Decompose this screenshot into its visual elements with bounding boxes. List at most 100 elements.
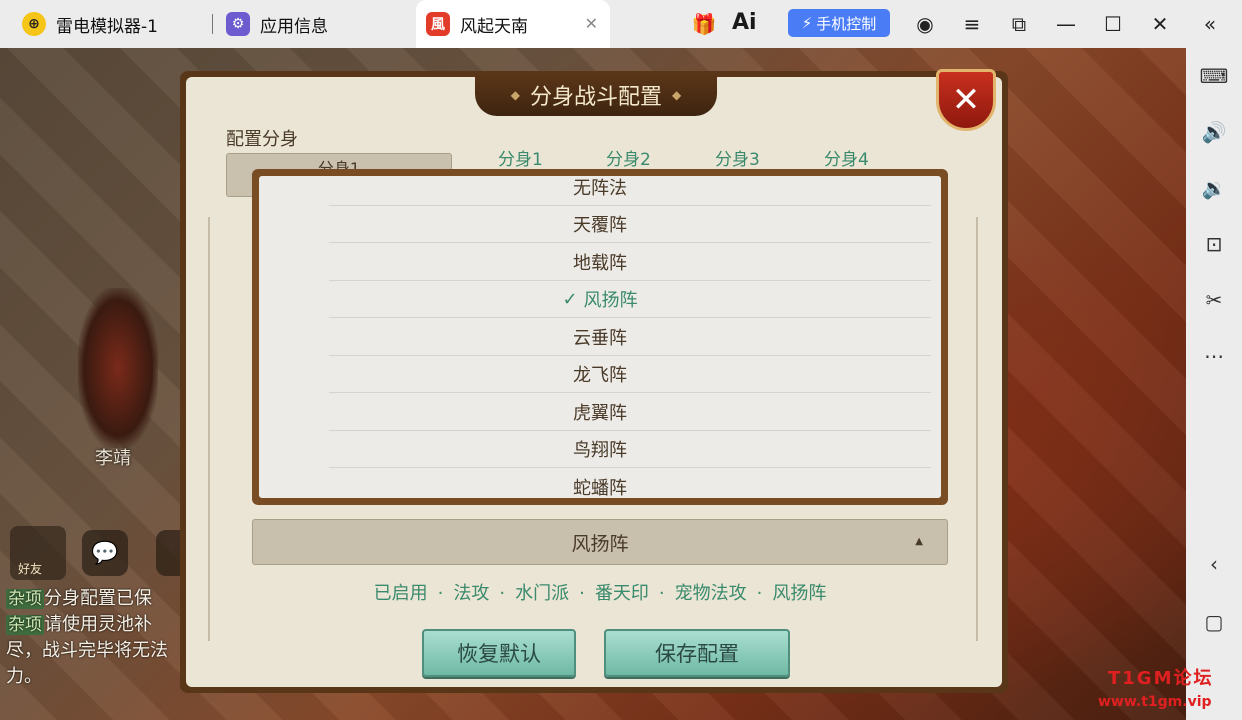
config-summary: 已启用 · 法攻 · 水门派 · 番天印 · 宠物法攻 · 风扬阵 — [252, 579, 948, 605]
chat-tag: 杂项 — [6, 615, 44, 635]
back-icon[interactable]: ‹ — [1198, 548, 1230, 580]
dialog-title: 分身战斗配置 — [529, 85, 662, 110]
tab-clone-1[interactable]: 分身1 — [498, 145, 543, 170]
game-app-icon: 風 — [426, 12, 450, 36]
chat-line: 杂项 分身配置已保 — [6, 586, 190, 612]
maximize-icon[interactable]: ☐ — [1099, 10, 1127, 38]
chat-line: 力。 — [6, 664, 190, 690]
tab-game[interactable]: 風 风起天南 ✕ — [416, 0, 610, 48]
summary-sect: 水门派 — [515, 583, 570, 604]
menu-icon[interactable]: ≡ — [958, 10, 986, 38]
watermark-url: www.t1gm.vip — [1098, 694, 1212, 710]
diamond-ornament-icon: ◆ — [510, 88, 520, 102]
tab-emulator[interactable]: ⊕ 雷电模拟器-1 — [22, 0, 158, 48]
close-tab-icon[interactable]: ✕ — [585, 14, 598, 33]
reset-default-button[interactable]: 恢复默认 — [422, 629, 576, 677]
summary-formation: 风扬阵 — [772, 583, 827, 604]
formation-option[interactable]: 地载阵 — [259, 243, 941, 281]
checkmark-icon: ✓ — [562, 288, 578, 310]
formation-option-label: 无阵法 — [573, 177, 627, 199]
account-icon[interactable]: ◉ — [911, 10, 939, 38]
emulator-sidebar: ⌨ 🔊 🔉 ⊡ ✂ ⋯ ‹ ▢ — [1186, 48, 1242, 720]
formation-option-label: 虎翼阵 — [573, 402, 627, 424]
formation-option-label: 云垂阵 — [573, 327, 627, 349]
tab-clone-4[interactable]: 分身4 — [824, 145, 869, 170]
formation-option[interactable]: 蛇蟠阵 — [259, 468, 941, 498]
phone-control-button[interactable]: ⚡ 手机控制 — [788, 9, 890, 37]
minimize-icon[interactable]: — — [1052, 10, 1080, 38]
summary-attack-type: 法攻 — [453, 583, 490, 604]
more-icon[interactable]: ⋯ — [1198, 340, 1230, 372]
summary-pet: 宠物法攻 — [674, 583, 747, 604]
summary-treasure: 番天印 — [594, 583, 649, 604]
summary-status: 已启用 — [373, 583, 428, 604]
chat-text: 分身配置已保 — [44, 588, 152, 609]
formation-option[interactable]: 无阵法 — [259, 176, 941, 206]
formation-option[interactable]: 天覆阵 — [259, 206, 941, 244]
summary-separator: · — [437, 583, 444, 604]
emulator-title-bar: ⊕ 雷电模拟器-1 ⚙ 应用信息 風 风起天南 ✕ 🎁 Ai ⚡ 手机控制 ◉ … — [0, 0, 1242, 48]
collapse-sidebar-icon[interactable]: « — [1196, 10, 1224, 38]
gear-app-icon: ⚙ — [226, 12, 250, 36]
tab-emulator-label: 雷电模拟器-1 — [56, 16, 158, 37]
close-window-icon[interactable]: ✕ — [1146, 10, 1174, 38]
formation-option[interactable]: 虎翼阵 — [259, 393, 941, 431]
chat-text: 尽，战斗完毕将无法 — [6, 640, 168, 661]
tab-clone-3[interactable]: 分身3 — [715, 145, 760, 170]
tab-clone-2[interactable]: 分身2 — [606, 145, 651, 170]
formation-option[interactable]: 云垂阵 — [259, 318, 941, 356]
formation-option-label: 天覆阵 — [573, 215, 627, 237]
diamond-ornament-icon: ◆ — [672, 88, 682, 102]
tab-app-info-label: 应用信息 — [260, 16, 328, 37]
scissors-icon[interactable]: ✂ — [1198, 284, 1230, 316]
ai-icon[interactable]: Ai — [732, 10, 757, 35]
left-scroll-track — [208, 217, 210, 641]
formation-select-value: 风扬阵 — [571, 532, 629, 555]
tab-app-info[interactable]: ⚙ 应用信息 — [226, 0, 328, 48]
phone-control-label: 手机控制 — [816, 14, 877, 33]
config-clone-label: 配置分身 — [226, 129, 298, 150]
screenshot-icon[interactable]: ⊡ — [1198, 228, 1230, 260]
clone-battle-config-dialog: 配置分身 分身1 分身1 分身2 分身3 分身4 无阵法 天覆阵 地载阵 ✓风扬… — [180, 69, 1008, 693]
summary-separator: · — [499, 583, 506, 604]
chat-log: 杂项 分身配置已保 杂项 请使用灵池补 尽，战斗完毕将无法 力。 — [6, 586, 190, 690]
ldplayer-logo-icon: ⊕ — [22, 12, 46, 36]
keyboard-icon[interactable]: ⌨ — [1198, 60, 1230, 92]
save-config-button[interactable]: 保存配置 — [604, 629, 790, 677]
tab-divider — [212, 14, 213, 34]
character-sprite[interactable] — [78, 288, 158, 448]
lightning-icon: ⚡ — [801, 14, 813, 32]
chat-icon[interactable]: 💬 — [82, 530, 128, 576]
home-icon[interactable]: ▢ — [1198, 606, 1230, 638]
formation-option[interactable]: 鸟翔阵 — [259, 431, 941, 469]
watermark-title: T1GM论坛 — [1108, 668, 1214, 689]
friend-label: 好友 — [18, 562, 43, 576]
formation-option-label: 蛇蟠阵 — [573, 477, 627, 498]
window-pin-icon[interactable]: ⧉ — [1005, 10, 1033, 38]
chat-text: 力。 — [6, 666, 42, 687]
formation-option-label: 龙飞阵 — [573, 365, 627, 387]
volume-down-icon[interactable]: 🔉 — [1198, 172, 1230, 204]
formation-option-label: 风扬阵 — [583, 290, 638, 312]
formation-option-label: 地载阵 — [573, 252, 627, 274]
chat-text: 请使用灵池补 — [44, 614, 152, 635]
formation-dropdown: 无阵法 天覆阵 地载阵 ✓ 风扬阵 云垂阵 龙飞阵 虎翼阵 鸟翔阵 蛇蟠阵 — [252, 169, 948, 505]
summary-separator: · — [658, 583, 665, 604]
volume-up-icon[interactable]: 🔊 — [1198, 116, 1230, 148]
formation-select[interactable]: 风扬阵 ▲ — [252, 519, 948, 565]
close-icon: ✕ — [951, 80, 981, 120]
chat-tag: 杂项 — [6, 589, 44, 609]
gift-box-icon[interactable]: 🎁 — [690, 10, 718, 38]
summary-separator: · — [579, 583, 585, 604]
dialog-close-button[interactable]: ✕ — [936, 69, 996, 131]
chat-line: 尽，战斗完毕将无法 — [6, 638, 190, 664]
formation-option[interactable]: 龙飞阵 — [259, 356, 941, 394]
triangle-up-icon: ▲ — [915, 536, 923, 547]
dialog-body: 配置分身 分身1 分身1 分身2 分身3 分身4 无阵法 天覆阵 地载阵 ✓风扬… — [186, 77, 1002, 687]
right-scroll-track — [976, 217, 978, 641]
summary-separator: · — [756, 583, 763, 604]
formation-option-selected[interactable]: ✓ 风扬阵 — [259, 281, 941, 319]
formation-list[interactable]: 无阵法 天覆阵 地载阵 ✓ 风扬阵 云垂阵 龙飞阵 虎翼阵 鸟翔阵 蛇蟠阵 — [259, 176, 941, 498]
chat-line: 杂项 请使用灵池补 — [6, 612, 190, 638]
formation-option-label: 鸟翔阵 — [573, 440, 627, 462]
